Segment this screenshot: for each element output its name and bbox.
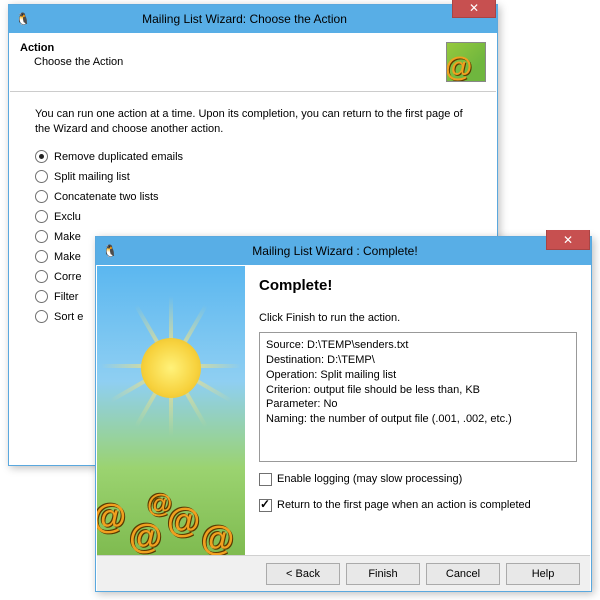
summary-source: Source: D:\TEMP\senders.txt xyxy=(266,338,570,353)
back-button[interactable]: < Back xyxy=(266,563,340,585)
close-button[interactable]: ✕ xyxy=(546,230,590,250)
radio-icon xyxy=(35,210,48,223)
help-button[interactable]: Help xyxy=(506,563,580,585)
app-icon: 🐧 xyxy=(102,243,118,259)
sun-icon xyxy=(141,338,201,398)
summary-naming: Naming: the number of output file (.001,… xyxy=(266,412,570,427)
option-label: Make xyxy=(54,251,81,263)
radio-icon xyxy=(35,310,48,323)
summary-box: Source: D:\TEMP\senders.txt Destination:… xyxy=(259,332,577,462)
summary-operation: Operation: Split mailing list xyxy=(266,368,570,383)
titlebar-complete[interactable]: 🐧 Mailing List Wizard : Complete! ✕ xyxy=(96,237,591,265)
titlebar-choose-action[interactable]: 🐧 Mailing List Wizard: Choose the Action… xyxy=(9,5,497,33)
option-label: Remove duplicated emails xyxy=(54,151,183,163)
checkbox-label: Return to the first page when an action … xyxy=(277,499,531,511)
at-icon: @ xyxy=(446,51,472,82)
cancel-button[interactable]: Cancel xyxy=(426,563,500,585)
at-icon: @ xyxy=(147,488,172,519)
button-bar: < Back Finish Cancel Help xyxy=(97,555,590,591)
radio-icon xyxy=(35,230,48,243)
checkbox-label: Enable logging (may slow processing) xyxy=(277,473,462,485)
window-title: Mailing List Wizard: Choose the Action xyxy=(37,12,452,26)
radio-icon xyxy=(35,190,48,203)
option-exclude[interactable]: Exclu xyxy=(35,207,471,227)
header-thumbnail: @ xyxy=(446,42,486,82)
penguin-icon: 🐧 xyxy=(103,244,118,258)
header-title: Action xyxy=(20,42,446,54)
finish-button[interactable]: Finish xyxy=(346,563,420,585)
complete-heading: Complete! xyxy=(259,277,577,294)
wizard-header: Action Choose the Action @ xyxy=(10,34,496,92)
at-icon: @ xyxy=(201,520,234,555)
option-label: Corre xyxy=(54,271,82,283)
option-label: Exclu xyxy=(54,211,81,223)
at-icon: @ xyxy=(129,518,162,555)
radio-icon xyxy=(35,170,48,183)
radio-icon xyxy=(35,150,48,163)
option-label: Concatenate two lists xyxy=(54,191,159,203)
header-subtitle: Choose the Action xyxy=(20,56,446,68)
summary-criterion: Criterion: output file should be less th… xyxy=(266,383,570,398)
option-split-list[interactable]: Split mailing list xyxy=(35,167,471,187)
radio-icon xyxy=(35,270,48,283)
option-concatenate[interactable]: Concatenate two lists xyxy=(35,187,471,207)
summary-destination: Destination: D:\TEMP\ xyxy=(266,353,570,368)
radio-icon xyxy=(35,290,48,303)
app-icon: 🐧 xyxy=(15,11,31,27)
option-label: Split mailing list xyxy=(54,171,130,183)
close-button[interactable]: ✕ xyxy=(452,0,496,18)
at-icon: @ xyxy=(97,498,126,537)
wizard-sidebar-image: @ @ @ @ @ xyxy=(97,266,245,555)
option-label: Filter xyxy=(54,291,78,303)
summary-parameter: Parameter: No xyxy=(266,397,570,412)
return-first-page-checkbox[interactable]: Return to the first page when an action … xyxy=(259,496,577,514)
option-remove-duplicates[interactable]: Remove duplicated emails xyxy=(35,147,471,167)
option-label: Make xyxy=(54,231,81,243)
checkbox-icon xyxy=(259,473,272,486)
radio-icon xyxy=(35,250,48,263)
penguin-icon: 🐧 xyxy=(16,12,31,26)
enable-logging-checkbox[interactable]: Enable logging (may slow processing) xyxy=(259,470,577,488)
intro-text: You can run one action at a time. Upon i… xyxy=(35,107,471,137)
option-label: Sort e xyxy=(54,311,83,323)
checkbox-icon xyxy=(259,499,272,512)
complete-window: 🐧 Mailing List Wizard : Complete! ✕ @ @ … xyxy=(95,236,592,592)
window-title: Mailing List Wizard : Complete! xyxy=(124,244,546,258)
instruction-text: Click Finish to run the action. xyxy=(259,312,577,324)
